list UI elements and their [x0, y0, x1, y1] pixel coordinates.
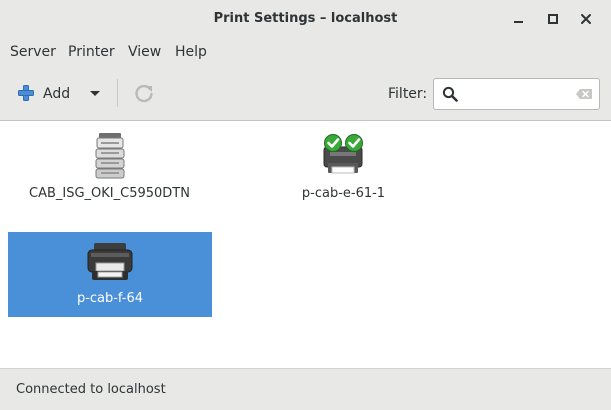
toolbar-separator: [117, 79, 118, 107]
add-button[interactable]: Add: [43, 84, 70, 104]
toolbar: Add Filter:: [0, 67, 611, 121]
dropdown-arrow-icon[interactable]: [87, 85, 103, 101]
printer-name: p-cab-e-61-1: [301, 186, 386, 201]
filter-field[interactable]: [433, 78, 600, 110]
menu-view[interactable]: View: [128, 38, 161, 67]
status-bar: Connected to localhost: [0, 368, 611, 410]
clear-icon[interactable]: [575, 88, 593, 100]
print-settings-window: Print Settings – localhost Server Printe…: [0, 0, 611, 410]
printer-icon: [87, 243, 133, 280]
printer-icon-view: CAB_ISG_OKI_C5950DTN p-cab-e-61-1 p-cab-…: [0, 121, 611, 368]
search-icon: [442, 86, 458, 102]
printer-item[interactable]: p-cab-e-61-1: [242, 127, 445, 211]
maximize-icon[interactable]: [543, 9, 563, 29]
printer-name: p-cab-f-64: [76, 291, 144, 306]
printer-group-icon: [323, 134, 363, 174]
network-printer-icon: [95, 133, 125, 179]
title-bar[interactable]: Print Settings – localhost: [0, 0, 611, 38]
menu-server[interactable]: Server: [10, 38, 56, 67]
menu-printer[interactable]: Printer: [68, 38, 115, 67]
refresh-icon[interactable]: [133, 82, 155, 104]
plus-icon[interactable]: [17, 84, 35, 102]
menu-bar: Server Printer View Help: [0, 38, 611, 67]
menu-help[interactable]: Help: [175, 38, 207, 67]
filter-input[interactable]: [464, 83, 572, 105]
printer-item[interactable]: CAB_ISG_OKI_C5950DTN: [8, 127, 211, 211]
status-text: Connected to localhost: [16, 382, 166, 397]
close-icon[interactable]: [576, 9, 596, 29]
minimize-icon[interactable]: [509, 9, 529, 29]
printer-name: CAB_ISG_OKI_C5950DTN: [29, 186, 190, 201]
printer-item-selected[interactable]: p-cab-f-64: [8, 232, 212, 317]
filter-label: Filter:: [388, 86, 428, 102]
